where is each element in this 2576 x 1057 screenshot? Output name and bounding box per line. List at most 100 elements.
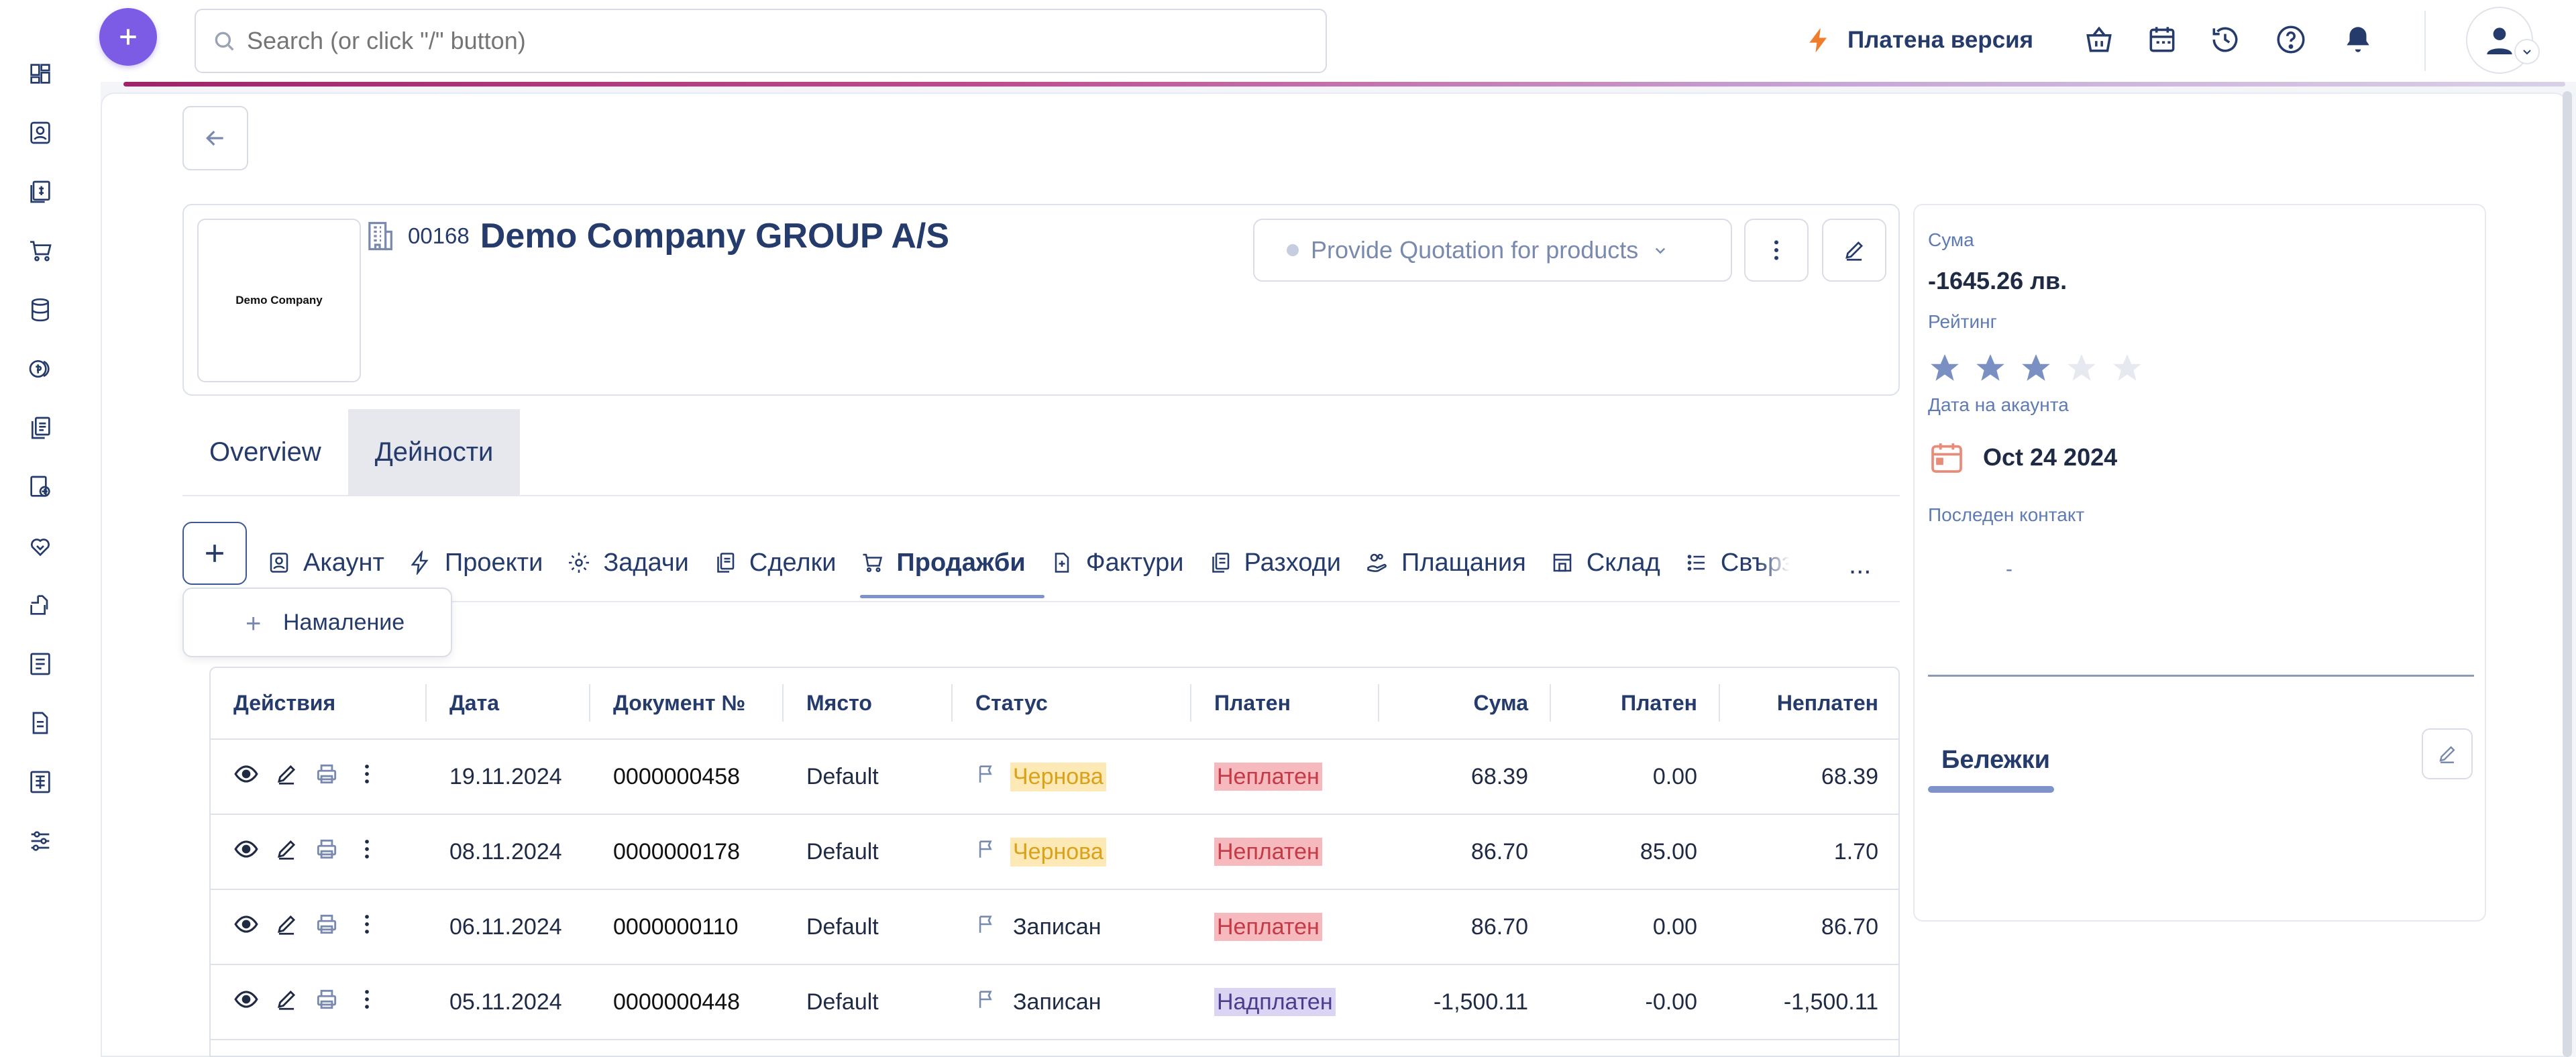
cell-document[interactable]: 0000000110 [590,889,784,965]
quick-add-button[interactable] [99,8,157,66]
help-icon[interactable] [2274,23,2308,56]
tab-sales[interactable]: Продажби [860,537,1044,598]
account-date: Oct 24 2024 [1928,439,2117,476]
tab-payments[interactable]: Плащания [1365,537,1545,589]
stage-label: Provide Quotation for products [1311,236,1639,264]
eye-icon[interactable] [233,911,259,943]
kebab-icon[interactable] [354,911,380,943]
add-module-button[interactable] [182,522,247,585]
documents-icon[interactable] [27,414,54,441]
search-input[interactable] [247,27,1253,55]
cart-icon[interactable] [27,237,54,264]
status-badge: Чернова [1010,762,1106,791]
printer-icon[interactable] [314,987,339,1018]
edit-button[interactable] [1822,219,1886,282]
tab-tasks[interactable]: Задачи [567,537,708,589]
paid-status-badge: Неплатен [1214,912,1322,941]
more-options-button[interactable] [1744,219,1809,282]
notes-tab[interactable]: Бележки [1941,746,2050,775]
report-icon[interactable] [27,651,54,677]
back-button[interactable] [182,106,248,170]
sliders-icon[interactable] [27,828,54,854]
cell-sum: 86.70 [1379,889,1551,965]
chevron-down-icon[interactable] [2514,39,2540,64]
module-tabs: Акаунт Проекти Задачи Сделки Продажби Фа… [267,537,1790,601]
account-icon [270,553,288,573]
col-place[interactable]: Място [784,668,953,740]
col-sum[interactable]: Сума [1379,668,1551,740]
tab-overview[interactable]: Overview [182,409,348,495]
export-icon[interactable] [27,592,54,618]
cell-unpaid: 68.39 [1720,739,1898,815]
search-bar[interactable] [195,9,1327,73]
coins-icon[interactable] [27,355,54,382]
kebab-icon[interactable] [354,836,380,868]
expenses-icon [1212,553,1229,573]
paid-version-link[interactable]: Платена версия [1805,20,2033,60]
col-date[interactable]: Дата [427,668,590,740]
col-document[interactable]: Документ № [590,668,784,740]
star-icon[interactable] [1928,351,1962,388]
eye-icon[interactable] [233,836,259,868]
database-icon[interactable] [27,296,54,323]
company-logo: Demo Company [197,219,361,382]
more-tabs-button[interactable]: ... [1849,550,1871,580]
kebab-icon[interactable] [354,987,380,1018]
cell-unpaid: -1,500.11 [1720,964,1898,1040]
table-row[interactable]: 19.11.2024 0000000458 Default Чернова Не… [211,739,1898,815]
contacts-icon[interactable] [27,119,54,146]
scrollbar[interactable] [2563,91,2572,1057]
basket-icon[interactable] [2082,23,2116,56]
printer-icon[interactable] [314,911,339,943]
stage-dropdown[interactable]: Provide Quotation for products [1253,219,1732,282]
cell-document[interactable]: 0000000448 [590,964,784,1040]
file-icon[interactable] [27,710,54,736]
tab-expenses[interactable]: Разходи [1208,537,1360,589]
pencil-icon[interactable] [274,761,299,793]
printer-icon[interactable] [314,836,339,868]
cell-document[interactable]: 0000000178 [590,814,784,890]
tab-account[interactable]: Акаунт [267,537,403,589]
dropdown-item-discount[interactable]: Намаление [283,610,405,636]
ledger-icon[interactable] [27,769,54,795]
tab-invoices[interactable]: Фактури [1050,537,1203,589]
calendar-icon[interactable] [2145,23,2179,56]
star-icon[interactable] [2110,351,2144,388]
settings-doc-icon[interactable] [27,474,54,500]
cell-document[interactable]: 0000000458 [590,739,784,815]
last-contact-label: Последен контакт [1928,504,2085,525]
pencil-icon[interactable] [274,836,299,868]
cell-unpaid: 86.70 [1720,889,1898,965]
col-paid-status[interactable]: Платен [1191,668,1379,740]
star-icon[interactable] [2019,351,2053,388]
notes-edit-button[interactable] [2422,728,2473,779]
handshake-icon[interactable] [27,533,54,559]
history-icon[interactable] [2208,23,2242,56]
status-badge: Записан [1013,913,1102,940]
pencil-icon[interactable] [274,987,299,1018]
paid-version-label[interactable]: Платена версия [1847,27,2033,54]
tab-deals[interactable]: Сделки [713,537,855,589]
tab-projects[interactable]: Проекти [409,537,561,589]
col-status[interactable]: Статус [953,668,1191,740]
star-icon[interactable] [1974,351,2007,388]
pencil-icon [1845,241,1863,261]
table-row[interactable]: 06.11.2024 0000000110 Default Записан Не… [211,889,1898,965]
table-row[interactable]: 08.11.2024 0000000178 Default Чернова Не… [211,814,1898,890]
dashboard-icon[interactable] [27,60,54,87]
pencil-icon[interactable] [274,911,299,943]
rating-stars[interactable] [1928,351,2144,388]
bell-icon[interactable] [2341,23,2375,56]
kebab-icon[interactable] [354,761,380,793]
tab-activities[interactable]: Дейности [347,409,521,495]
tab-warehouse[interactable]: Склад [1550,537,1679,589]
printer-icon[interactable] [314,761,339,793]
search-icon [215,32,234,51]
col-unpaid[interactable]: Неплатен [1720,668,1898,740]
table-row[interactable]: 05.11.2024 0000000448 Default Записан На… [211,964,1898,1040]
invoices-icon[interactable] [27,178,54,205]
col-paid[interactable]: Платен [1551,668,1720,740]
eye-icon[interactable] [233,987,259,1018]
eye-icon[interactable] [233,761,259,793]
star-icon[interactable] [2065,351,2098,388]
